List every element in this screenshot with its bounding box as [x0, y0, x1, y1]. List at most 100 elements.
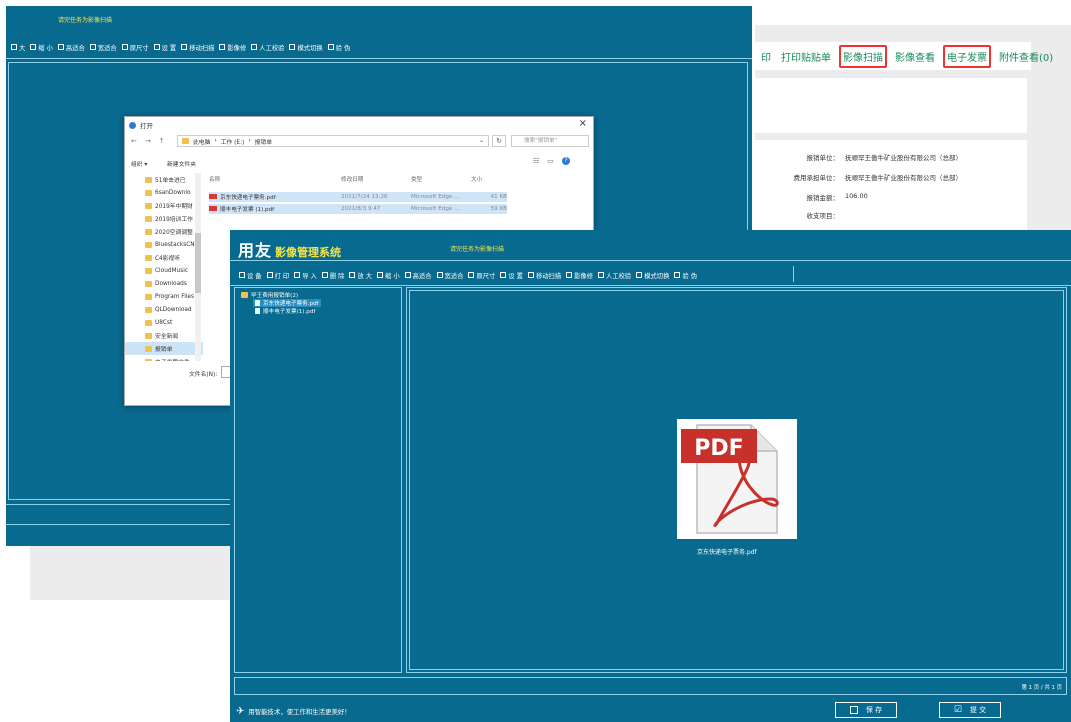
- toolbar-button-label: 影像修: [574, 272, 594, 280]
- nav-folder-item[interactable]: 2020空调调整: [125, 225, 203, 238]
- file-size: 41 KB: [490, 194, 507, 200]
- dialog-search-input[interactable]: 搜索"报销单": [511, 135, 589, 147]
- nav-folder-item[interactable]: QLDownload: [125, 303, 203, 316]
- forward-arrow-icon[interactable]: →: [145, 137, 151, 145]
- status-bar: 第 1 页 / 共 1 页: [234, 677, 1067, 695]
- folder-icon: [241, 292, 248, 298]
- submit-button[interactable]: ☑ 提 交: [939, 702, 1001, 718]
- nav-folder-label: C4影视听: [155, 256, 181, 262]
- toolbar-button-zoom-in[interactable]: 放 大: [349, 271, 372, 280]
- column-header-date[interactable]: 修改日期: [341, 175, 411, 183]
- file-row[interactable]: 顺丰电子发票 (1).pdf 2021/8/3 9:47 Microsoft E…: [209, 204, 507, 214]
- file-row[interactable]: 京东快递电子票务.pdf 2021/7/24 13:26 Microsoft E…: [209, 192, 507, 202]
- toolbar-button-settings[interactable]: 设 置: [500, 271, 523, 280]
- footer-slogan: ✈ 用智能技术，使工作和生活更美好！: [236, 706, 351, 717]
- toolbar-button-zoom-out[interactable]: 缩 小: [30, 43, 53, 52]
- toolbar-button-device[interactable]: 设 备: [239, 271, 262, 280]
- column-header-type[interactable]: 类型: [411, 175, 471, 183]
- dialog-nav-buttons: ← → ↑: [131, 137, 165, 145]
- save-button[interactable]: 保 存: [835, 702, 897, 718]
- toolbar-button-original-size[interactable]: 原尺寸: [121, 43, 149, 52]
- link-attachment-view[interactable]: 附件查看(0): [997, 47, 1055, 66]
- breadcrumb-item[interactable]: 报销单: [255, 137, 272, 146]
- folder-icon: [145, 241, 152, 248]
- nav-folder-item[interactable]: 2019培训工作: [125, 212, 203, 225]
- file-type: Microsoft Edge ...: [411, 194, 460, 200]
- help-icon[interactable]: ?: [561, 157, 570, 165]
- toolbar-button-verify[interactable]: 验 伪: [327, 43, 350, 52]
- toolbar-button-print[interactable]: 打 印: [266, 271, 289, 280]
- toolbar-button-mode-switch[interactable]: 模式切换: [636, 271, 669, 280]
- nav-folder-item[interactable]: 报销单: [125, 342, 203, 355]
- nav-folder-item[interactable]: U8Cst: [125, 316, 203, 329]
- toolbar-button-image-fix[interactable]: 影像修: [566, 271, 593, 280]
- pdf-thumbnail[interactable]: PDF: [677, 419, 797, 539]
- toolbar-button-verify[interactable]: 验 伪: [674, 271, 697, 280]
- tree-item[interactable]: 京东快递电子票务.pdf: [253, 299, 321, 307]
- organize-menu[interactable]: 组织 ▾: [131, 159, 147, 168]
- toolbar-button-label: 宽适合: [444, 272, 464, 280]
- nav-folder-item[interactable]: 2019年中期财: [125, 199, 203, 212]
- toolbar-button-mobile-scan[interactable]: 移动扫描: [181, 43, 214, 52]
- tree-item[interactable]: 顺丰电子发票(1).pdf: [253, 307, 317, 315]
- toolbar-button-delete[interactable]: 删 除: [321, 271, 345, 280]
- column-header-size[interactable]: 大小: [471, 175, 509, 183]
- toolbar-button-label: 高适合: [65, 44, 85, 52]
- folder-icon: [145, 189, 152, 196]
- dialog-app-icon: [129, 121, 136, 129]
- toolbar-button-image-fix[interactable]: 影像修: [219, 43, 246, 52]
- toolbar-button-original-size[interactable]: 原尺寸: [468, 271, 495, 280]
- nav-folder-item[interactable]: 电子发票文件: [125, 355, 203, 361]
- nav-folder-item[interactable]: 安全新闻: [125, 329, 203, 342]
- toolbar-button-manual-check[interactable]: 人工校验: [598, 271, 631, 280]
- up-arrow-icon[interactable]: ↑: [159, 137, 165, 145]
- nav-folder-item[interactable]: 51单击进已: [125, 173, 203, 186]
- preview-pane-icon[interactable]: ▭: [547, 157, 554, 165]
- toolbar-button-label: 缩 小: [385, 272, 400, 280]
- toolbar-button-fit-height[interactable]: 高适合: [404, 271, 432, 280]
- dialog-address-bar[interactable]: 此电脑 › 工作 (E:) › 报销单 ⌄: [177, 135, 489, 147]
- file-date: 2021/7/24 13:26: [341, 194, 388, 200]
- nav-folder-item[interactable]: Program Files: [125, 290, 203, 303]
- nav-folder-item[interactable]: Downloads: [125, 277, 203, 290]
- chevron-down-icon[interactable]: ⌄: [479, 138, 484, 144]
- field-label: 报销金额：: [806, 194, 840, 202]
- toolbar-button-manual-check[interactable]: 人工校验: [251, 43, 284, 52]
- breadcrumb-item[interactable]: 工作 (E:): [221, 137, 245, 146]
- refresh-icon[interactable]: ↻: [492, 135, 506, 147]
- column-header-name[interactable]: 名称: [209, 175, 341, 183]
- link-image-view[interactable]: 影像查看: [893, 47, 937, 66]
- toolbar-button-fit-width[interactable]: 宽适合: [436, 271, 464, 280]
- nav-folder-item[interactable]: C4影视听: [125, 251, 203, 264]
- toolbar-button-fit-height[interactable]: 高适合: [57, 43, 85, 52]
- new-folder-button[interactable]: 新建文件夹: [167, 159, 196, 168]
- toolbar-button-settings[interactable]: 设 置: [153, 43, 176, 52]
- original-size-icon: [468, 272, 475, 278]
- tree-root[interactable]: 罕王费用报销单(2): [241, 291, 298, 299]
- nav-folder-item[interactable]: BluestacksCN: [125, 238, 203, 251]
- pdf-file-icon: [209, 206, 217, 211]
- toolbar-button-label: 删 除: [329, 272, 345, 280]
- folder-icon: [182, 138, 189, 144]
- toolbar-button-import[interactable]: 导 入: [294, 271, 317, 280]
- back-arrow-icon[interactable]: ←: [131, 137, 137, 145]
- image-fix-icon: [566, 272, 573, 278]
- toolbar-button-zoom-out[interactable]: 缩 小: [377, 271, 400, 280]
- toolbar-button-fit-width[interactable]: 宽适合: [89, 43, 117, 52]
- toolbar-button-zoom-in[interactable]: 大: [11, 43, 25, 52]
- link-print-partial[interactable]: 印: [759, 47, 773, 66]
- file-type: Microsoft Edge ...: [411, 206, 460, 212]
- breadcrumb-item[interactable]: 此电脑: [193, 137, 210, 146]
- toolbar-button-mode-switch[interactable]: 模式切换: [289, 43, 323, 52]
- link-image-scan[interactable]: 影像扫描: [839, 44, 887, 68]
- nav-folder-item[interactable]: CloudMusic: [125, 264, 203, 277]
- link-e-invoice[interactable]: 电子发票: [943, 44, 991, 68]
- link-print-sticker[interactable]: 打印贴贴单: [779, 47, 833, 66]
- nav-scrollbar[interactable]: [195, 173, 201, 361]
- close-icon[interactable]: ×: [579, 118, 587, 129]
- toolbar-button-mobile-scan[interactable]: 移动扫描: [527, 271, 561, 280]
- view-options-icon[interactable]: ☷: [533, 157, 539, 165]
- file-list-header: 名称 修改日期 类型 大小: [209, 175, 509, 183]
- nav-scrollbar-thumb[interactable]: [195, 233, 201, 293]
- nav-folder-item[interactable]: 6sanDownlo: [125, 186, 203, 199]
